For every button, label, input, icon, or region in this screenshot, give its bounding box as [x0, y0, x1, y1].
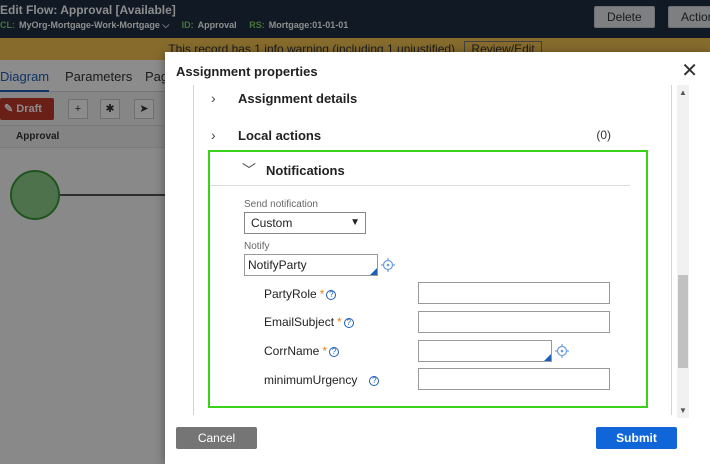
- section-label: Local actions: [238, 128, 322, 143]
- close-icon[interactable]: ✕: [681, 61, 698, 81]
- section-assignment-details[interactable]: › Assignment details: [193, 88, 663, 112]
- param-corr-name: CorrName *?: [264, 344, 340, 358]
- dialog-title: Assignment properties: [176, 64, 318, 79]
- help-icon[interactable]: ?: [343, 317, 354, 328]
- param-label: CorrName: [264, 344, 320, 358]
- notify-input[interactable]: NotifyParty: [244, 254, 378, 276]
- dialog-footer: Cancel Submit: [165, 422, 710, 464]
- send-notification-label: Send notification: [244, 199, 318, 210]
- cancel-button[interactable]: Cancel: [176, 427, 257, 449]
- send-notification-select[interactable]: Custom ▼: [244, 212, 366, 234]
- required-icon: *: [322, 344, 328, 358]
- notifications-label: Notifications: [266, 163, 345, 178]
- crosshair-icon[interactable]: [555, 344, 569, 358]
- crosshair-icon[interactable]: [381, 258, 395, 272]
- submit-button[interactable]: Submit: [596, 427, 677, 449]
- help-icon[interactable]: ?: [326, 289, 337, 300]
- scroll-down-icon[interactable]: ▼: [679, 406, 687, 415]
- help-icon[interactable]: ?: [329, 346, 340, 357]
- email-subject-input[interactable]: [418, 311, 610, 333]
- send-notification-value: Custom: [251, 216, 293, 230]
- chevron-right-icon: ›: [211, 127, 216, 143]
- param-email-subject: EmailSubject *?: [264, 315, 354, 329]
- local-actions-count: (0): [596, 128, 611, 142]
- param-party-role: PartyRole *?: [264, 287, 337, 301]
- corr-name-input[interactable]: [418, 340, 552, 362]
- required-icon: *: [319, 287, 325, 301]
- scroll-up-icon[interactable]: ▲: [679, 88, 687, 97]
- chevron-down-icon: ▼: [350, 217, 360, 228]
- param-label: PartyRole: [264, 287, 317, 301]
- party-role-input[interactable]: [418, 282, 610, 304]
- required-icon: *: [337, 315, 342, 329]
- scrollbar-thumb[interactable]: [678, 275, 688, 368]
- notify-value: NotifyParty: [248, 258, 307, 272]
- section-local-actions[interactable]: › Local actions (0): [193, 125, 663, 149]
- right-border: [671, 85, 672, 415]
- dialog-scrollbar[interactable]: ▲ ▼: [677, 85, 689, 418]
- param-minimum-urgency: minimumUrgency?: [264, 373, 380, 387]
- chevron-right-icon: ›: [211, 90, 216, 106]
- assignment-properties-dialog: Assignment properties ✕ › Assignment det…: [165, 52, 710, 464]
- section-label: Assignment details: [238, 91, 358, 106]
- chevron-down-icon: ﹀: [242, 162, 256, 178]
- notifications-section: ﹀ Notifications Send notification Custom…: [208, 150, 648, 408]
- notifications-header[interactable]: ﹀ Notifications: [210, 152, 630, 186]
- minimum-urgency-input[interactable]: [418, 368, 610, 390]
- param-label: EmailSubject: [264, 315, 335, 329]
- autocomplete-corner-icon: [544, 354, 551, 361]
- help-icon[interactable]: ?: [369, 375, 380, 386]
- notify-label: Notify: [244, 241, 270, 252]
- param-label: minimumUrgency: [264, 373, 358, 387]
- autocomplete-corner-icon: [370, 268, 377, 275]
